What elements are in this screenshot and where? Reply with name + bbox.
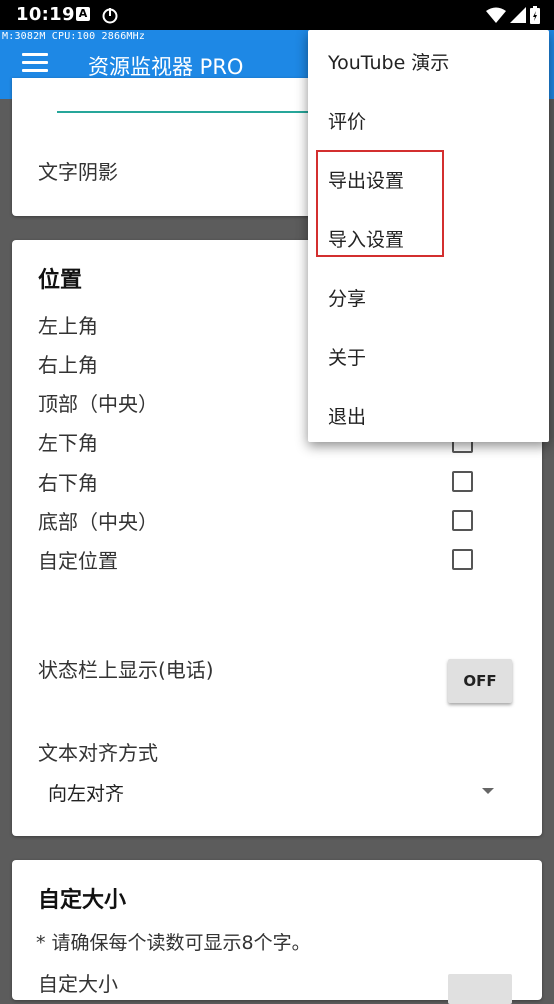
custom-size-toggle-button[interactable]	[448, 974, 512, 1004]
alignment-label: 文本对齐方式	[38, 741, 158, 765]
checkbox-bottom-right[interactable]	[452, 471, 473, 492]
status-time: 10:19	[16, 4, 75, 25]
option-bottom-right[interactable]: 右下角	[38, 467, 98, 496]
menu-item-youtube-demo[interactable]: YouTube 演示	[328, 48, 449, 75]
highlight-box	[316, 150, 444, 257]
custom-size-card: 自定大小 * 请确保每个读数可显示8个字。 自定大小	[12, 860, 542, 1004]
menu-item-share[interactable]: 分享	[328, 284, 366, 311]
checkbox-bottom-center[interactable]	[452, 510, 473, 531]
menu-item-exit[interactable]: 退出	[328, 402, 366, 429]
checkbox-custom-position[interactable]	[452, 549, 473, 570]
position-title: 位置	[38, 268, 83, 293]
hamburger-menu-icon[interactable]	[22, 53, 48, 75]
wifi-icon	[486, 7, 506, 23]
alignment-dropdown[interactable]: 向左对齐	[48, 779, 124, 806]
statusbar-toggle-button[interactable]: OFF	[448, 659, 512, 703]
battery-icon	[530, 6, 540, 24]
status-bar: 10:19 A	[0, 0, 554, 30]
option-bottom-center[interactable]: 底部（中央）	[38, 506, 158, 535]
menu-item-about[interactable]: 关于	[328, 343, 366, 370]
status-icons	[486, 6, 540, 24]
custom-size-label: 自定大小	[38, 972, 118, 996]
option-top-right[interactable]: 右上角	[38, 349, 98, 378]
statusbar-display-label: 状态栏上显示(电话)	[38, 658, 214, 682]
option-custom-position[interactable]: 自定位置	[38, 545, 118, 574]
text-shadow-label: 文字阴影	[38, 160, 118, 184]
power-icon	[102, 8, 118, 24]
option-bottom-left[interactable]: 左下角	[38, 427, 98, 456]
option-top-center[interactable]: 顶部（中央）	[38, 388, 158, 417]
overlay-stats: M:3082M CPU:100 2866MHz	[2, 31, 146, 42]
app-title: 资源监视器 PRO	[88, 55, 244, 79]
notification-a-icon: A	[76, 7, 90, 21]
option-top-left[interactable]: 左上角	[38, 310, 98, 339]
custom-size-note: * 请确保每个读数可显示8个字。	[36, 932, 311, 954]
menu-item-rate[interactable]: 评价	[328, 107, 366, 134]
custom-size-title: 自定大小	[38, 888, 127, 913]
dropdown-arrow-icon[interactable]	[482, 788, 494, 794]
signal-icon	[510, 7, 526, 23]
